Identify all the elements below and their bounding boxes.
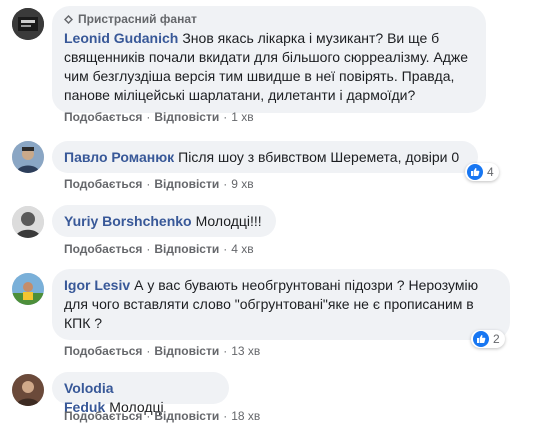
timestamp[interactable]: 4 хв [231, 242, 253, 256]
avatar[interactable] [12, 206, 44, 238]
separator: · [223, 242, 228, 256]
comment-actions: Подобається · Відповісти · 9 хв [64, 177, 254, 191]
like-button[interactable]: Подобається [64, 242, 142, 256]
timestamp[interactable]: 13 хв [231, 344, 260, 358]
separator: · [223, 110, 228, 124]
comment-bubble: Igor Lesiv А у вас бувають необгрунтовані… [52, 269, 510, 340]
like-button[interactable]: Подобається [64, 409, 142, 423]
comment-bubble: Yuriy Borshchenko Молодці!!! [52, 205, 276, 237]
comment-actions: Подобається · Відповісти · 18 хв [64, 409, 260, 423]
fan-badge: Пристрасний фанат [64, 12, 474, 26]
separator: · [146, 409, 151, 423]
like-button[interactable]: Подобається [64, 110, 142, 124]
fan-badge-label: Пристрасний фанат [78, 12, 197, 26]
like-icon [473, 331, 489, 347]
comment-bubble: Павло Романюк Після шоу з вбивством Шерем… [52, 141, 478, 173]
fan-badge-icon [64, 15, 73, 24]
reply-button[interactable]: Відповісти [154, 409, 219, 423]
avatar[interactable] [12, 141, 44, 173]
like-icon [467, 164, 483, 180]
separator: · [146, 242, 151, 256]
separator: · [146, 344, 151, 358]
avatar[interactable] [12, 8, 44, 40]
separator: · [223, 344, 228, 358]
timestamp[interactable]: 18 хв [231, 409, 260, 423]
comment-bubble: Пристрасний фанат Leonid Gudanich Знов як… [52, 6, 486, 113]
reply-button[interactable]: Відповісти [154, 242, 219, 256]
like-button[interactable]: Подобається [64, 177, 142, 191]
separator: · [223, 409, 228, 423]
avatar[interactable] [12, 374, 44, 406]
comment-text: Після шоу з вбивством Шеремета, довіри 0 [178, 149, 460, 165]
like-button[interactable]: Подобається [64, 344, 142, 358]
comment-author[interactable]: Igor Lesiv [64, 277, 130, 293]
reply-button[interactable]: Відповісти [154, 344, 219, 358]
reaction-count[interactable]: 2 [471, 330, 505, 348]
comment-bubble: Volodia Feduk Молодці [52, 372, 229, 415]
comment-author[interactable]: Павло Романюк [64, 149, 174, 165]
separator: · [223, 177, 228, 191]
comment-author[interactable]: Leonid Gudanich [64, 30, 178, 46]
reaction-number: 2 [493, 332, 500, 346]
comment-text: Молодці!!! [195, 213, 262, 229]
reply-button[interactable]: Відповісти [154, 110, 219, 124]
comment-author[interactable]: Yuriy Borshchenko [64, 213, 192, 229]
reaction-count[interactable]: 4 [465, 163, 499, 181]
avatar[interactable] [12, 273, 44, 305]
comment-actions: Подобається · Відповісти · 4 хв [64, 242, 254, 256]
reaction-number: 4 [487, 165, 494, 179]
timestamp[interactable]: 9 хв [231, 177, 253, 191]
comment-actions: Подобається · Відповісти · 1 хв [64, 110, 254, 124]
separator: · [146, 110, 151, 124]
separator: · [146, 177, 151, 191]
timestamp[interactable]: 1 хв [231, 110, 253, 124]
comment-actions: Подобається · Відповісти · 13 хв [64, 344, 260, 358]
reply-button[interactable]: Відповісти [154, 177, 219, 191]
